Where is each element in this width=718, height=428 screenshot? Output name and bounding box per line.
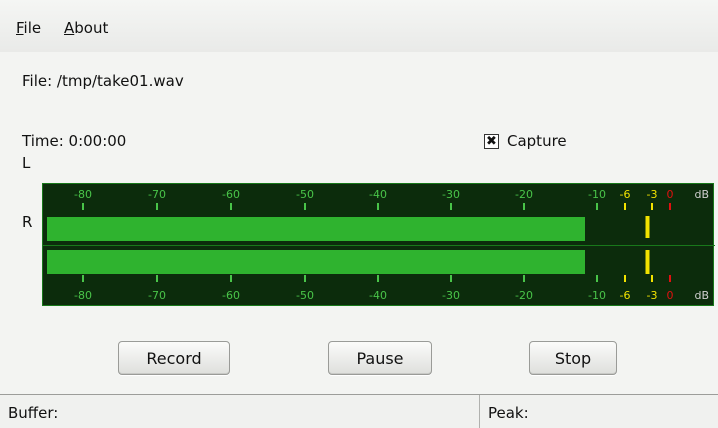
scale-tick-bottom xyxy=(523,275,525,282)
left-channel-label: L xyxy=(22,154,31,172)
scale-label-top: -60 xyxy=(222,188,240,201)
level-meter-graphic: -80-80-70-70-60-60-50-50-40-40-30-30-20-… xyxy=(43,188,715,302)
scale-label-bottom: 0 xyxy=(667,289,674,302)
menu-about-label: bout xyxy=(74,19,109,37)
scale-tick-bottom xyxy=(230,275,232,282)
scale-label-top: -40 xyxy=(369,188,387,201)
scale-label-top: -80 xyxy=(74,188,92,201)
scale-label-bottom: -6 xyxy=(620,289,631,302)
scale-tick-top xyxy=(230,203,232,210)
scale-tick-top xyxy=(669,203,671,210)
scale-label-top: -70 xyxy=(148,188,166,201)
scale-tick-top xyxy=(450,203,452,210)
scale-label-top: -50 xyxy=(296,188,314,201)
level-bar-right xyxy=(47,250,585,274)
scale-tick-top xyxy=(156,203,158,210)
scale-label-top: -20 xyxy=(515,188,533,201)
scale-label-top: -6 xyxy=(620,188,631,201)
scale-tick-top xyxy=(304,203,306,210)
scale-tick-bottom xyxy=(669,275,671,282)
menu-file[interactable]: File xyxy=(16,19,41,37)
scale-tick-bottom xyxy=(156,275,158,282)
status-buffer-label: Buffer: xyxy=(8,404,59,422)
capture-label: Capture xyxy=(507,132,567,150)
peak-marker-left xyxy=(645,216,650,238)
scale-label-top: 0 xyxy=(667,188,674,201)
right-channel-label: R xyxy=(22,213,33,231)
peak-marker-right xyxy=(645,250,650,274)
capture-checkbox[interactable]: ✖ Capture xyxy=(484,132,567,150)
scale-tick-top xyxy=(523,203,525,210)
file-path-label: File: /tmp/take01.wav xyxy=(22,72,184,90)
scale-label-bottom: -60 xyxy=(222,289,240,302)
scale-label-top: -30 xyxy=(442,188,460,201)
scale-label-bottom: -70 xyxy=(148,289,166,302)
level-bar-left xyxy=(47,217,585,241)
status-bar: Buffer: Peak: xyxy=(0,394,718,428)
scale-tick-top xyxy=(596,203,598,210)
time-label: Time: 0:00:00 xyxy=(22,132,127,150)
scale-label-bottom: -50 xyxy=(296,289,314,302)
scale-label-bottom: -80 xyxy=(74,289,92,302)
checkbox-checked-icon[interactable]: ✖ xyxy=(484,133,499,149)
scale-tick-bottom xyxy=(82,275,84,282)
scale-label-bottom: -3 xyxy=(647,289,658,302)
scale-tick-top xyxy=(377,203,379,210)
scale-label-top: -10 xyxy=(588,188,606,201)
scale-label-bottom: -30 xyxy=(442,289,460,302)
menu-bar: File About xyxy=(0,0,718,52)
scale-tick-bottom xyxy=(304,275,306,282)
unit-label-bottom: dB xyxy=(694,289,709,302)
scale-tick-bottom xyxy=(624,275,626,282)
scale-tick-top xyxy=(82,203,84,210)
menu-about-accel: A xyxy=(64,19,75,37)
record-button[interactable]: Record xyxy=(118,341,230,375)
scale-label-bottom: -20 xyxy=(515,289,533,302)
level-meter: -80 -80 -70 -70 -60 -60 -50 -50 -40 -40 -30 -30 -20-… xyxy=(42,183,715,306)
status-peak-label: Peak: xyxy=(488,404,529,422)
scale-tick-bottom xyxy=(596,275,598,282)
menu-about[interactable]: About xyxy=(64,19,108,37)
stop-button[interactable]: Stop xyxy=(529,341,617,375)
scale-tick-top xyxy=(624,203,626,210)
scale-label-bottom: -40 xyxy=(369,289,387,302)
status-buffer-segment xyxy=(0,395,480,428)
scale-tick-bottom xyxy=(651,275,653,282)
scale-tick-top xyxy=(651,203,653,210)
menu-file-accel: F xyxy=(16,19,24,37)
pause-button[interactable]: Pause xyxy=(328,341,432,375)
scale-tick-bottom xyxy=(377,275,379,282)
menu-file-label: ile xyxy=(23,19,42,37)
scale-label-bottom: -10 xyxy=(588,289,606,302)
unit-label-top: dB xyxy=(694,188,709,201)
scale-label-top: -3 xyxy=(647,188,658,201)
scale-tick-bottom xyxy=(450,275,452,282)
